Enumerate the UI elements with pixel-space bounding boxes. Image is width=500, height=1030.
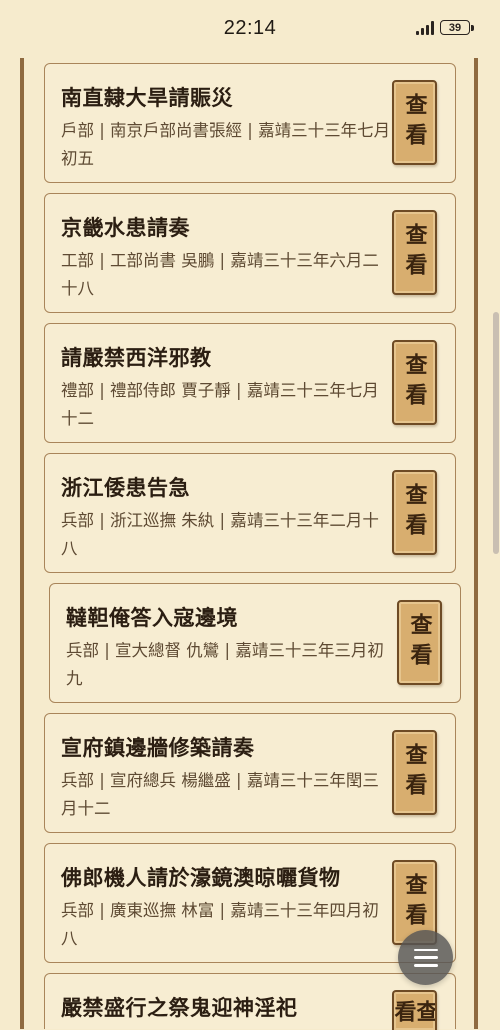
view-button[interactable]: 查看: [392, 340, 437, 425]
view-button[interactable]: 查看: [392, 990, 437, 1030]
view-button[interactable]: 查看: [392, 80, 437, 165]
memorial-title: 浙江倭患告急: [61, 475, 190, 500]
memorial-card[interactable]: 南直隸大旱請賑災 戶部 | 南京戶部尚書張經 | 嘉靖三十三年七月初五 查看: [44, 63, 456, 183]
menu-icon: [413, 948, 438, 967]
view-button-label: 查看: [401, 482, 428, 543]
view-button[interactable]: 查看: [397, 600, 442, 685]
view-button-label: 查看: [401, 92, 428, 153]
status-icons: 39: [416, 20, 474, 35]
memorial-meta: 戶部 | 南京戶部尚書張經 | 嘉靖三十三年七月初五: [61, 121, 391, 168]
memorial-title: 韃靼俺答入寇邊境: [66, 605, 238, 630]
scrollbar[interactable]: [493, 312, 499, 554]
status-bar: 22:14 39: [0, 0, 500, 58]
battery-level: 39: [448, 21, 462, 34]
memorial-list: 南直隸大旱請賑災 戶部 | 南京戶部尚書張經 | 嘉靖三十三年七月初五 查看 京…: [0, 0, 500, 1030]
memorial-card[interactable]: 嚴禁盛行之祭鬼迎神淫祀 查看: [44, 973, 456, 1030]
memorial-card[interactable]: 佛郎機人請於濠鏡澳晾曬貨物 兵部 | 廣東巡撫 林富 | 嘉靖三十三年四月初八 …: [44, 843, 456, 963]
view-button-label: 查看: [401, 352, 428, 413]
view-button-label: 查看: [401, 222, 428, 283]
memorial-meta: 兵部 | 宣府總兵 楊繼盛 | 嘉靖三十三年閏三月十二: [61, 771, 379, 818]
view-button-label: 查看: [392, 1000, 437, 1030]
view-button-label: 查看: [406, 612, 433, 673]
memorial-title: 宣府鎮邊牆修築請奏: [61, 735, 255, 760]
battery-icon: 39: [440, 20, 474, 35]
memorial-meta: 兵部 | 浙江巡撫 朱紈 | 嘉靖三十三年二月十八: [61, 511, 379, 558]
memorial-card[interactable]: 請嚴禁西洋邪教 禮部 | 禮部侍郎 賈子靜 | 嘉靖三十三年七月十二 查看: [44, 323, 456, 443]
view-button-label: 查看: [401, 742, 428, 803]
view-button-label: 查看: [401, 872, 428, 933]
memorial-meta: 兵部 | 宣大總督 仇鸞 | 嘉靖三十三年三月初九: [66, 641, 384, 688]
memorial-card[interactable]: 韃靼俺答入寇邊境 兵部 | 宣大總督 仇鸞 | 嘉靖三十三年三月初九 查看: [49, 583, 461, 703]
view-button[interactable]: 查看: [392, 730, 437, 815]
memorial-title: 京畿水患請奏: [61, 215, 190, 240]
view-button[interactable]: 查看: [392, 470, 437, 555]
memorial-meta: 兵部 | 廣東巡撫 林富 | 嘉靖三十三年四月初八: [61, 901, 379, 948]
memorial-card[interactable]: 浙江倭患告急 兵部 | 浙江巡撫 朱紈 | 嘉靖三十三年二月十八 查看: [44, 453, 456, 573]
memorial-title: 南直隸大旱請賑災: [61, 85, 233, 110]
signal-icon: [416, 20, 434, 35]
memorial-meta: 工部 | 工部尚書 吳鵬 | 嘉靖三十三年六月二十八: [61, 251, 379, 298]
memorial-meta: 禮部 | 禮部侍郎 賈子靜 | 嘉靖三十三年七月十二: [61, 381, 379, 428]
view-button[interactable]: 查看: [392, 210, 437, 295]
memorial-title: 佛郎機人請於濠鏡澳晾曬貨物: [61, 865, 341, 890]
memorial-title: 請嚴禁西洋邪教: [61, 345, 212, 370]
memorial-card[interactable]: 宣府鎮邊牆修築請奏 兵部 | 宣府總兵 楊繼盛 | 嘉靖三十三年閏三月十二 查看: [44, 713, 456, 833]
memorial-card[interactable]: 京畿水患請奏 工部 | 工部尚書 吳鵬 | 嘉靖三十三年六月二十八 查看: [44, 193, 456, 313]
memorial-title: 嚴禁盛行之祭鬼迎神淫祀: [61, 995, 298, 1020]
menu-button[interactable]: [398, 930, 453, 985]
